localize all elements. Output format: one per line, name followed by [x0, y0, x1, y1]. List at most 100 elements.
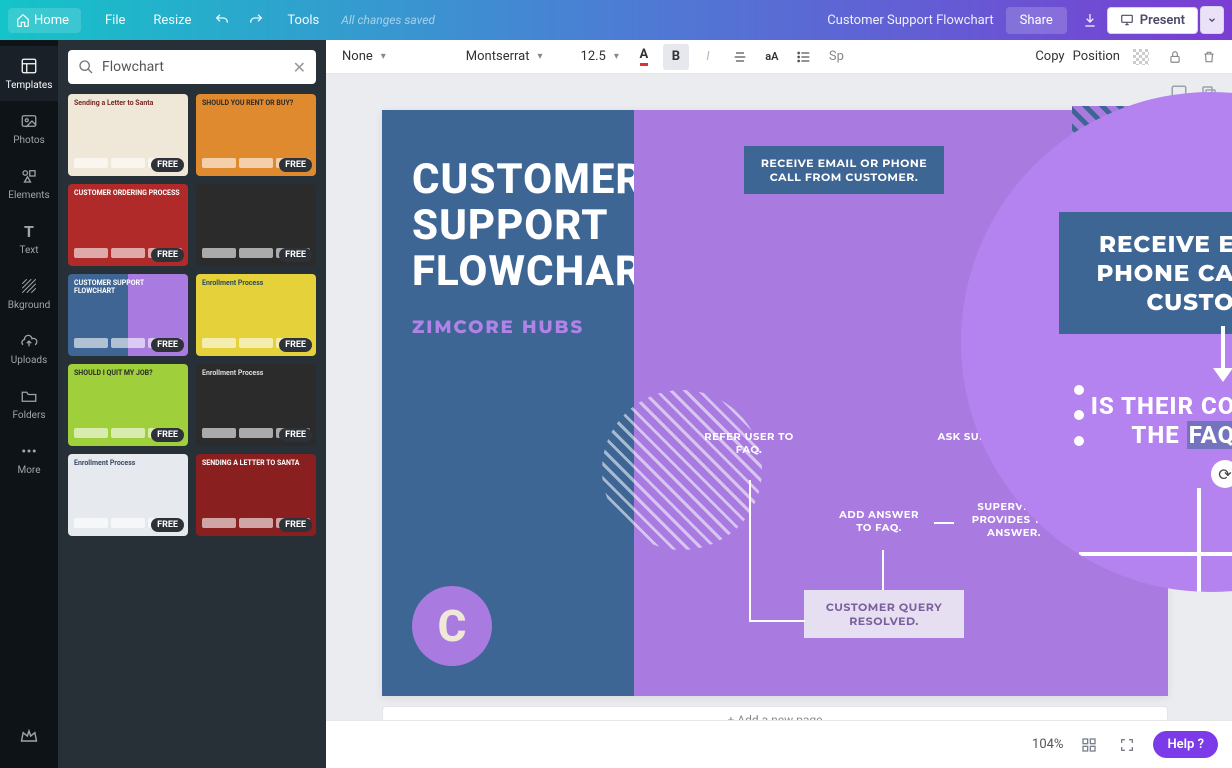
background-icon	[19, 276, 39, 296]
selection-handle[interactable]	[1074, 385, 1084, 395]
zoom-level[interactable]: 104%	[1032, 737, 1063, 752]
free-badge: FREE	[279, 248, 312, 262]
grid-view-button[interactable]	[1077, 733, 1101, 757]
templates-panel: ✕ Sending a Letter to SantaFREESHOULD YO…	[58, 40, 326, 768]
free-badge: FREE	[279, 428, 312, 442]
mag-question-text[interactable]: IS THEIR CONCERN ON THE FAQ PAGE?	[1071, 392, 1232, 450]
rail-uploads[interactable]: Uploads	[0, 321, 58, 376]
photos-icon	[19, 111, 39, 131]
template-thumb[interactable]: SHOULD YOU RENT OR BUY? FREE	[196, 94, 316, 176]
align-button[interactable]	[727, 44, 753, 70]
selection-handle[interactable]	[1074, 410, 1084, 420]
flow-box-resolved[interactable]: CUSTOMER QUERY RESOLVED.	[804, 590, 964, 638]
bold-button[interactable]: B	[663, 44, 689, 70]
template-thumb[interactable]: Sending a Letter to Santa FREE	[68, 94, 188, 176]
text-icon: T	[19, 221, 39, 241]
thumb-title: Enrollment Process	[202, 370, 310, 378]
rail-background[interactable]: Bkground	[0, 266, 58, 321]
canvas-logo[interactable]: C	[412, 586, 492, 666]
template-thumb[interactable]: Enrollment Process FREE	[196, 364, 316, 446]
thumb-title: Sending a Letter to Santa	[74, 100, 182, 108]
editor-toolbar: None▾ Montserrat▾ 12.5▾ A B I aA Sp Copy…	[326, 40, 1232, 74]
rail-more[interactable]: More	[0, 431, 58, 486]
template-thumb[interactable]: SHOULD I QUIT MY JOB? FREE	[68, 364, 188, 446]
uploads-icon	[19, 331, 39, 351]
free-badge: FREE	[151, 428, 184, 442]
download-button[interactable]	[1076, 6, 1104, 34]
spacing-dropdown[interactable]: Sp	[823, 46, 850, 67]
rail-folders[interactable]: Folders	[0, 376, 58, 431]
rail-text[interactable]: T Text	[0, 211, 58, 266]
lock-button[interactable]	[1162, 44, 1188, 70]
delete-button[interactable]	[1196, 44, 1222, 70]
free-badge: FREE	[151, 518, 184, 532]
thumb-title: SHOULD I QUIT MY JOB?	[74, 370, 182, 378]
templates-icon	[19, 56, 39, 76]
free-badge: FREE	[151, 158, 184, 172]
free-badge: FREE	[151, 338, 184, 352]
font-dropdown[interactable]: Montserrat▾	[460, 46, 549, 67]
rotate-handle[interactable]: ⟳	[1211, 460, 1232, 488]
thumb-title: Enrollment Process	[74, 460, 182, 468]
rail-upgrade[interactable]	[0, 716, 58, 756]
search-input[interactable]	[102, 59, 285, 75]
transparency-button[interactable]	[1128, 44, 1154, 70]
rail-photos[interactable]: Photos	[0, 101, 58, 156]
file-menu[interactable]: File	[105, 13, 125, 28]
present-label: Present	[1140, 13, 1185, 28]
free-badge: FREE	[279, 518, 312, 532]
template-thumb[interactable]: Enrollment ProcessFREE	[196, 274, 316, 356]
thumb-title: SENDING A LETTER TO SANTA	[202, 460, 310, 468]
font-size-dropdown[interactable]: 12.5▾	[575, 46, 625, 67]
selection-handle[interactable]	[1074, 436, 1084, 446]
canvas-subtitle[interactable]: ZIMCORE HUBS	[382, 294, 634, 338]
present-caret[interactable]	[1200, 6, 1224, 34]
redo-button[interactable]	[242, 6, 270, 34]
template-search[interactable]: ✕	[68, 50, 316, 84]
canvas-area: CUSTOMER SUPPORT FLOWCHART ZIMCORE HUBS …	[326, 74, 1232, 720]
clear-search-icon[interactable]: ✕	[293, 58, 306, 77]
mag-flow-box-receive[interactable]: RECEIVE EMAIL OR PHONE CALL FROM CUSTOME…	[1059, 212, 1232, 334]
present-icon	[1120, 13, 1134, 27]
copy-button[interactable]: Copy	[1035, 49, 1064, 64]
text-color-button[interactable]: A	[631, 44, 657, 70]
undo-button[interactable]	[208, 6, 236, 34]
home-button[interactable]: Home	[8, 8, 81, 33]
italic-button[interactable]: I	[695, 44, 721, 70]
save-status: All changes saved	[341, 13, 435, 27]
status-bar: 104% Help ?	[326, 720, 1232, 768]
template-thumb[interactable]: FREE	[196, 184, 316, 266]
tools-menu[interactable]: Tools	[287, 13, 319, 28]
free-badge: FREE	[151, 248, 184, 262]
free-badge: FREE	[279, 338, 312, 352]
free-badge: FREE	[279, 158, 312, 172]
share-button[interactable]: Share	[1006, 7, 1067, 34]
document-title[interactable]: Customer Support Flowchart	[827, 13, 993, 28]
rail-elements[interactable]: Elements	[0, 156, 58, 211]
more-icon	[19, 441, 39, 461]
template-thumb[interactable]: SENDING A LETTER TO SANTA FREE	[196, 454, 316, 536]
folders-icon	[19, 386, 39, 406]
flow-text-addfaq[interactable]: ADD ANSWER TO FAQ.	[834, 508, 924, 534]
template-thumb[interactable]: CUSTOMER ORDERING PROCESS FREE	[68, 184, 188, 266]
add-page-button[interactable]: + Add a new page	[382, 706, 1168, 720]
flow-box-receive[interactable]: RECEIVE EMAIL OR PHONE CALL FROM CUSTOME…	[744, 146, 944, 194]
list-button[interactable]	[791, 44, 817, 70]
animation-dropdown[interactable]: None▾	[336, 46, 392, 67]
template-thumb[interactable]: Enrollment Process FREE	[68, 454, 188, 536]
side-rail: Templates Photos Elements T Text Bkgroun…	[0, 40, 58, 768]
resize-menu[interactable]: Resize	[153, 13, 191, 28]
fullscreen-button[interactable]	[1115, 733, 1139, 757]
help-button[interactable]: Help ?	[1153, 731, 1218, 758]
uppercase-button[interactable]: aA	[759, 44, 785, 70]
thumb-title: CUSTOMER ORDERING PROCESS	[74, 190, 182, 198]
present-button[interactable]: Present	[1107, 7, 1198, 34]
arrow-head-icon	[1213, 368, 1232, 382]
home-label: Home	[34, 13, 69, 28]
template-thumb[interactable]: CUSTOMER SUPPORT FLOWCHARTFREE	[68, 274, 188, 356]
canvas-title[interactable]: CUSTOMER SUPPORT FLOWCHART	[382, 110, 634, 294]
position-button[interactable]: Position	[1073, 49, 1120, 64]
rail-templates[interactable]: Templates	[0, 46, 58, 101]
thumb-title: SHOULD YOU RENT OR BUY?	[202, 100, 310, 108]
circle-decoration	[602, 390, 762, 550]
